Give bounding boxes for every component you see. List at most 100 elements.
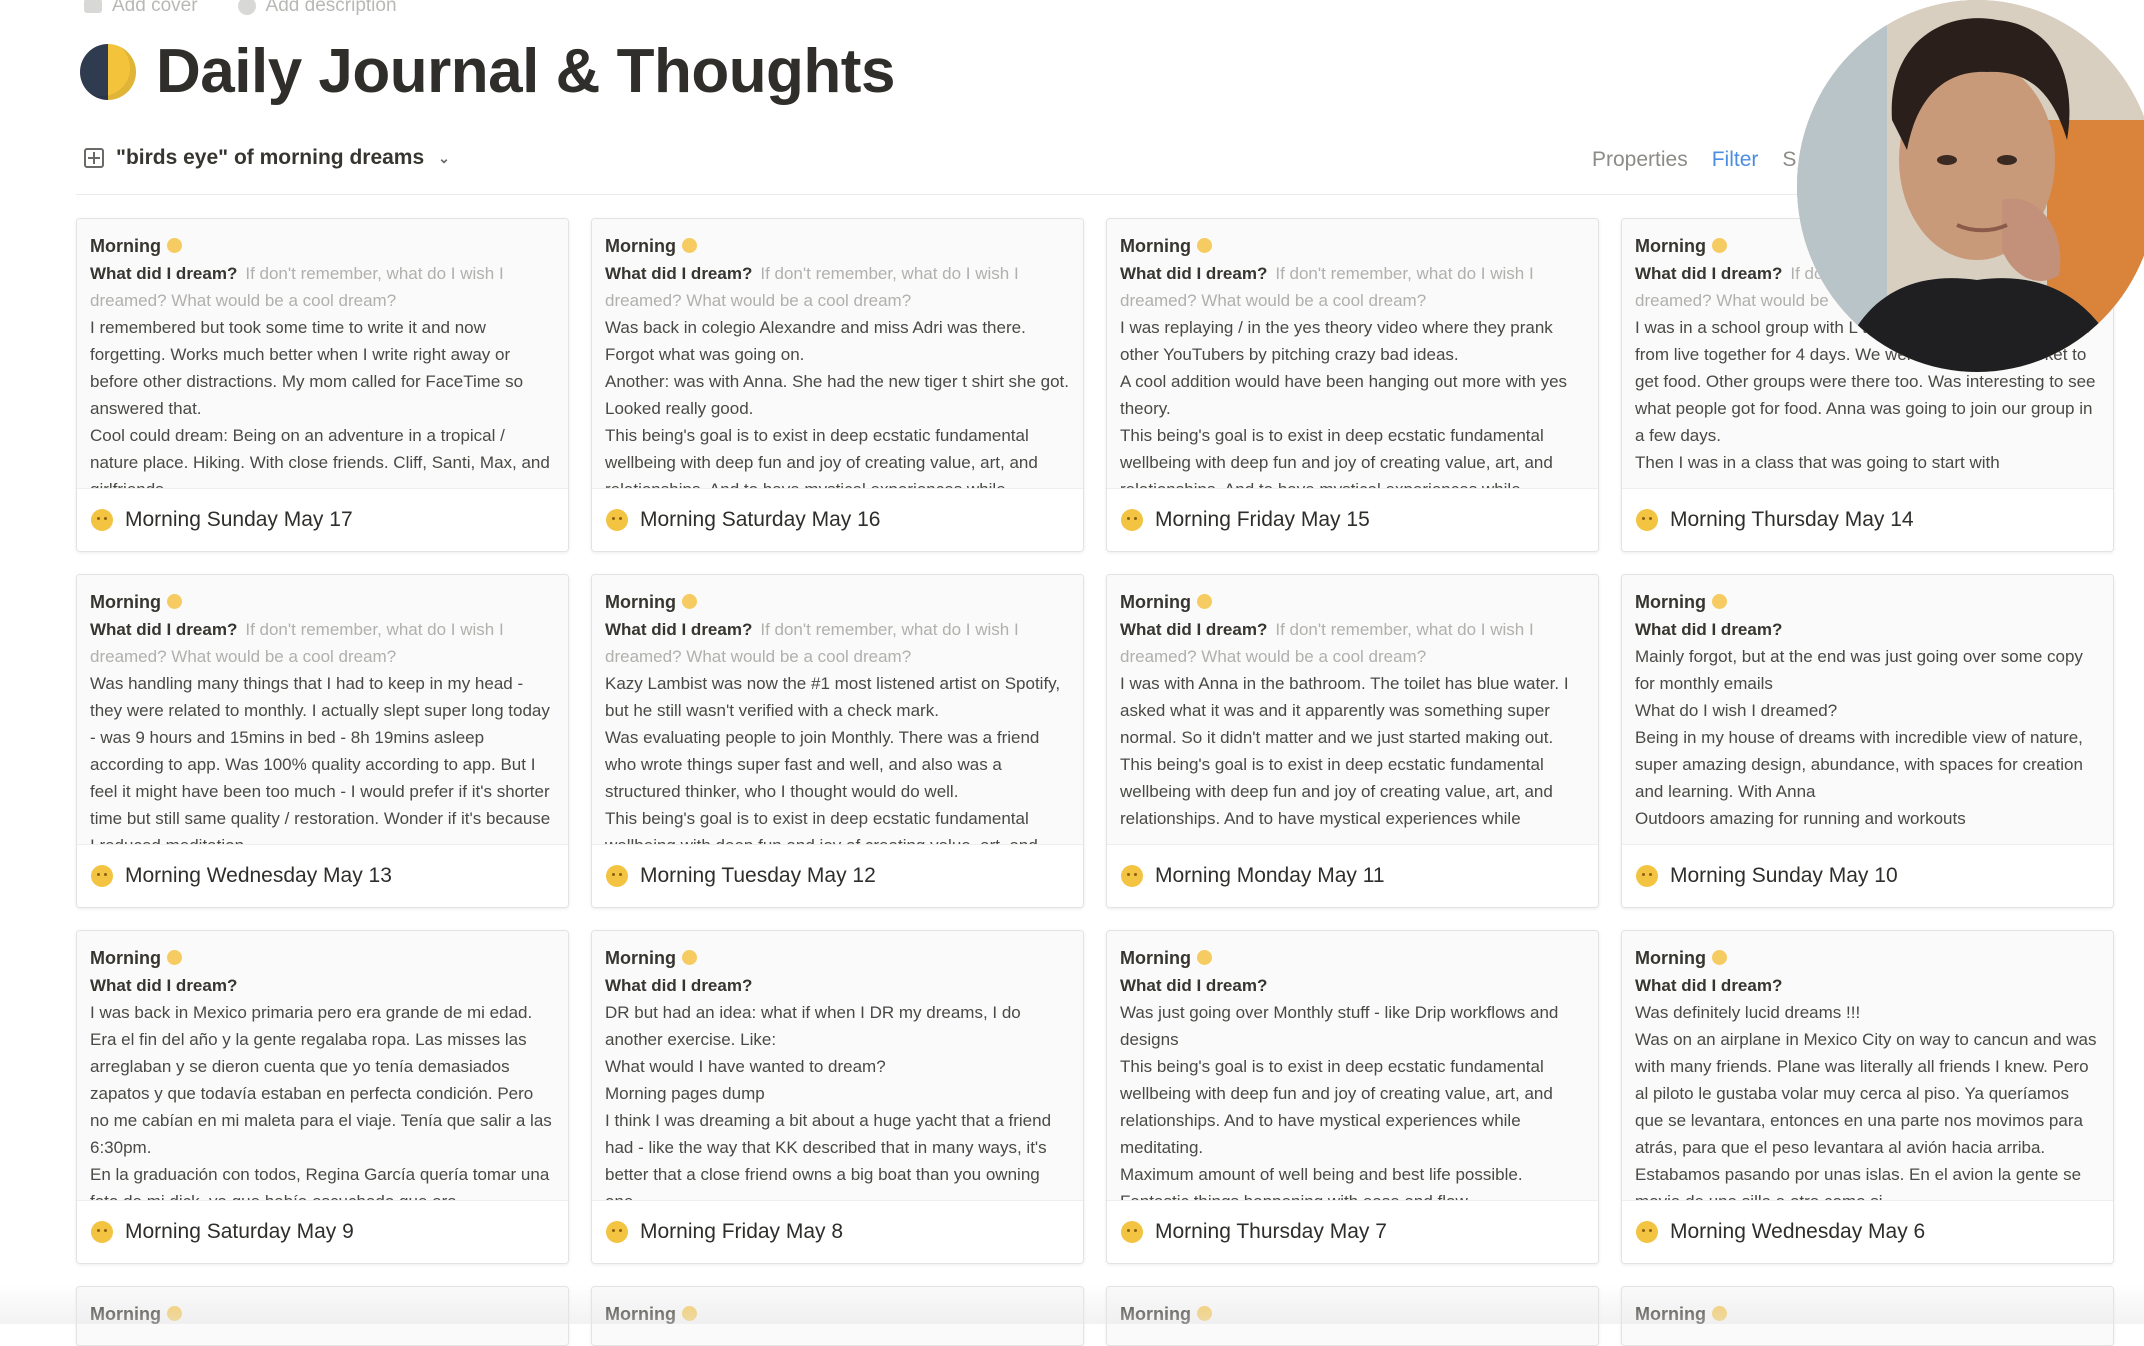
gallery-card[interactable]: Morning [1621,1286,2114,1346]
smiley-icon [91,1221,113,1243]
view-actions: Properties Filter S [1592,148,1796,172]
moon-icon[interactable] [80,43,136,100]
gallery-card[interactable]: Morning What did I dream? DR but had an … [591,930,1084,1264]
card-preview-heading: Morning [1635,589,2099,616]
gallery-card[interactable]: Morning What did I dream? Was just going… [1106,930,1599,1264]
card-preview: Morning What did I dream? DR but had an … [592,931,1083,1203]
gallery-card[interactable]: Morning What did I dream?If don't rememb… [76,574,569,908]
smiley-icon [1121,865,1143,887]
sun-icon [166,238,182,253]
card-question: What did I dream?If don't remember, what… [1120,264,1534,310]
sort-button[interactable]: S [1782,148,1796,172]
page-header: Daily Journal & Thoughts [80,36,895,107]
gallery-card[interactable]: Morning [76,1286,569,1346]
webcam-image [1797,0,2144,372]
card-preview-heading: Morning [1635,945,2099,972]
card-preview-heading: Morning [90,589,554,616]
gallery-card[interactable]: Morning What did I dream? Mainly forgot,… [1621,574,2114,908]
sun-icon [1711,594,1727,609]
sun-icon [1711,238,1727,253]
add-cover-button[interactable]: Add cover [84,0,198,17]
card-preview: Morning [592,1287,1083,1345]
gallery-card[interactable]: Morning What did I dream?If don't rememb… [76,218,569,552]
card-question: What did I dream?If don't remember, what… [605,620,1019,666]
gallery-card[interactable]: Morning What did I dream?If don't rememb… [591,574,1084,908]
card-preview: Morning What did I dream?If don't rememb… [77,219,568,491]
smiley-icon [91,509,113,531]
card-title: Morning Thursday May 7 [1155,1220,1387,1243]
card-footer[interactable]: Morning Thursday May 14 [1622,488,2113,551]
view-selector[interactable]: "birds eye" of morning dreams ⌄ [84,146,450,170]
page-meta-actions: Add cover Add description [84,0,397,22]
card-footer[interactable]: Morning Wednesday May 6 [1622,1200,2113,1263]
smiley-icon [1636,509,1658,531]
gallery-card[interactable]: Morning What did I dream?If don't rememb… [591,218,1084,552]
gallery-card[interactable]: Morning [1106,1286,1599,1346]
sun-icon [681,594,697,609]
gallery-card[interactable]: Morning [591,1286,1084,1346]
card-question: What did I dream? [605,976,753,995]
card-question: What did I dream? [90,976,238,995]
gallery-board: Morning What did I dream? If don't rememb… [76,218,2114,1346]
filter-button[interactable]: Filter [1712,148,1759,172]
card-title: Morning Wednesday May 13 [125,864,392,887]
card-preview-heading: Morning [1120,589,1584,616]
smiley-icon [1636,865,1658,887]
card-preview: Morning What did I dream?If don't rememb… [592,575,1083,847]
card-preview: Morning What did I dream? Was just going… [1107,931,1598,1203]
card-footer[interactable]: Morning Saturday May 16 [592,488,1083,551]
gallery-card[interactable]: Morning What did I dream? I was back in … [76,930,569,1264]
card-preview-heading: Morning [605,945,1069,972]
card-footer[interactable]: Morning Saturday May 9 [77,1200,568,1263]
card-footer[interactable]: Morning Wednesday May 13 [77,844,568,907]
card-question: What did I dream? [1635,976,1783,995]
card-question: What did I dream? [1635,620,1783,639]
info-icon [237,0,256,15]
card-question: What did I dream?If don't remember, what… [90,264,504,310]
card-preview-body: Kazy Lambist was now the #1 most listene… [605,674,1061,847]
gallery-card[interactable]: Morning What did I dream?If don't rememb… [1106,574,1599,908]
sun-icon [681,1306,697,1321]
gallery-card[interactable]: Morning What did I dream?If don't rememb… [1106,218,1599,552]
card-preview-heading: Morning [605,589,1069,616]
card-preview-body: DR but had an idea: what if when I DR my… [605,1003,1052,1203]
card-title: Morning Sunday May 10 [1670,864,1898,887]
card-footer[interactable]: Morning Sunday May 10 [1622,844,2113,907]
sun-icon [1711,1306,1727,1321]
sun-icon [681,238,697,253]
sun-icon [1196,238,1212,253]
card-footer[interactable]: Morning Tuesday May 12 [592,844,1083,907]
card-question: What did I dream?If don't remember, what… [90,620,504,666]
smiley-icon [91,865,113,887]
gallery-card[interactable]: Morning What did I dream? Was definitely… [1621,930,2114,1264]
add-description-button[interactable]: Add description [237,0,397,17]
sun-icon [166,950,182,965]
card-preview: Morning What did I dream?If don't rememb… [1107,575,1598,847]
card-preview-heading: Morning [605,233,1069,260]
card-preview-body: Was just going over Monthly stuff - like… [1120,1003,1559,1203]
card-preview: Morning What did I dream?If don't rememb… [77,575,568,847]
sun-icon [1196,594,1212,609]
card-preview-heading: Morning [1120,945,1584,972]
page-title[interactable]: Daily Journal & Thoughts [156,36,895,107]
card-footer[interactable]: Morning Monday May 11 [1107,844,1598,907]
card-footer[interactable]: Morning Friday May 8 [592,1200,1083,1263]
card-footer[interactable]: Morning Sunday May 17 [77,488,568,551]
card-footer[interactable]: Morning Friday May 15 [1107,488,1598,551]
card-preview: Morning What did I dream? Was definitely… [1622,931,2113,1203]
image-icon [84,0,102,13]
card-title: Morning Thursday May 14 [1670,508,1914,531]
sun-icon [1196,1306,1212,1321]
sun-icon [1196,950,1212,965]
card-preview-body: I was replaying / in the yes theory vide… [1120,318,1568,491]
webcam-overlay [1797,0,2144,372]
sun-icon [166,594,182,609]
card-preview: Morning What did I dream?If don't rememb… [1107,219,1598,491]
properties-button[interactable]: Properties [1592,148,1688,172]
card-title: Morning Tuesday May 12 [640,864,876,887]
card-footer[interactable]: Morning Thursday May 7 [1107,1200,1598,1263]
card-preview: Morning [77,1287,568,1345]
card-preview-heading: Morning [1120,233,1584,260]
smiley-icon [606,865,628,887]
smiley-icon [1636,1221,1658,1243]
